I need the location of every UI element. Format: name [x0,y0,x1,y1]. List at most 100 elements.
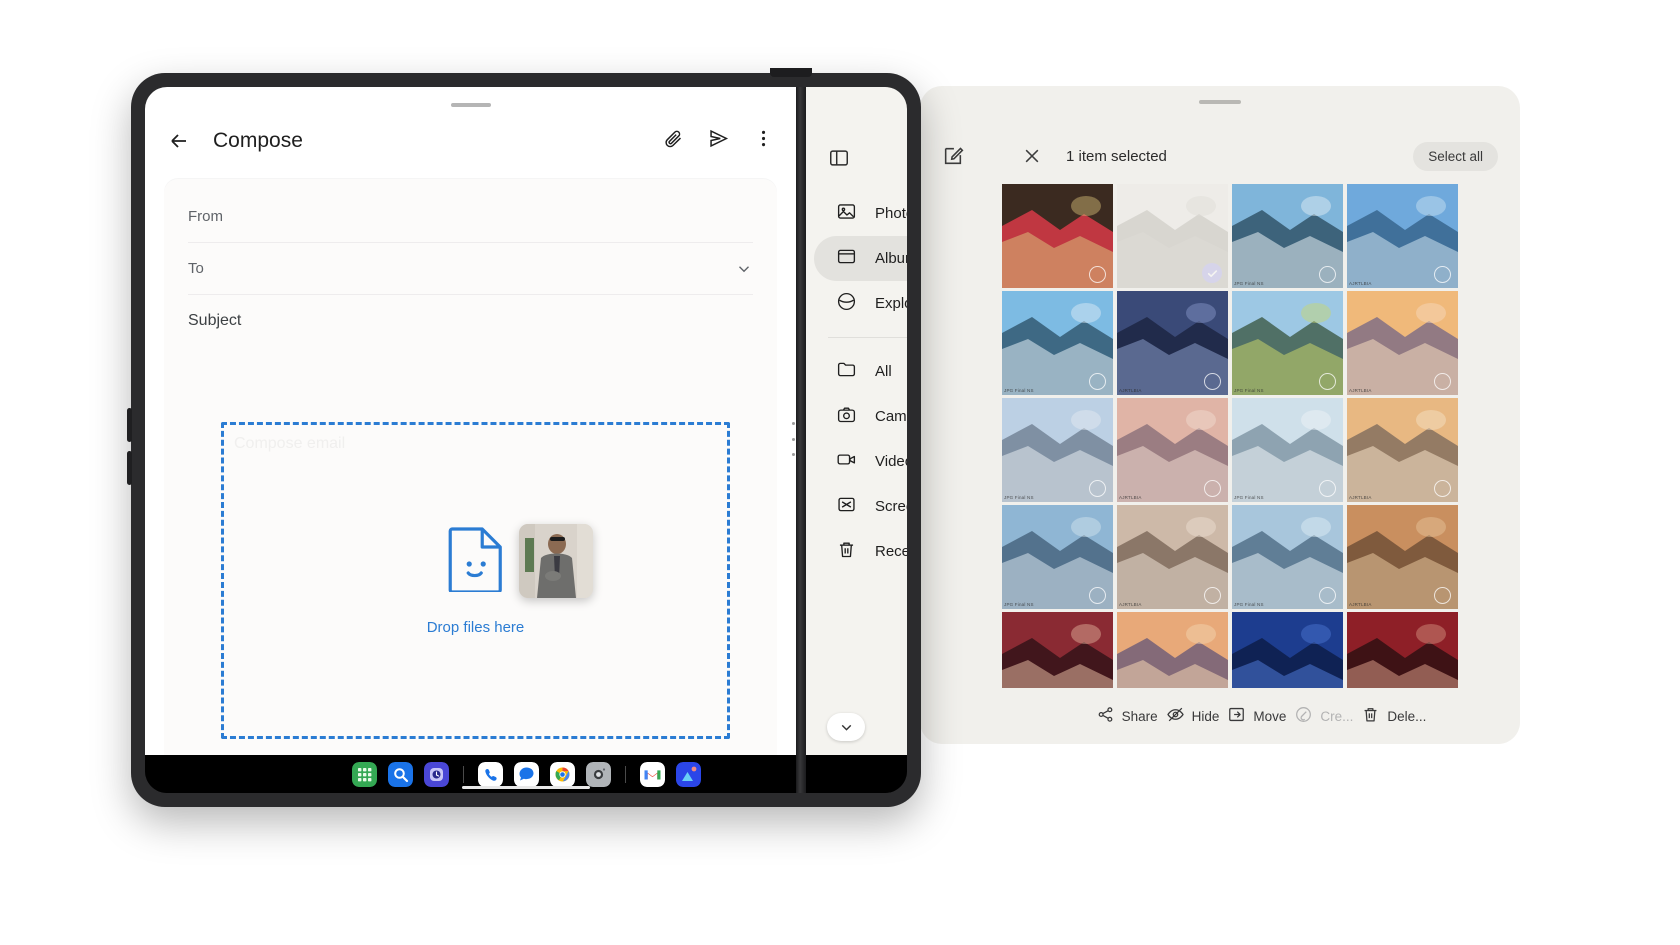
tile-caption: AJRTLBIA [1119,602,1142,607]
compose-pane: Compose [145,87,796,755]
tile-select-ring[interactable] [1089,587,1106,604]
taskbar-photos-icon[interactable] [676,762,701,787]
compose-sheet: From To Subject Compose email [164,179,777,755]
photo-tile[interactable]: JPG Final NS [1232,291,1343,395]
dragged-file-thumbnail[interactable] [519,524,593,598]
taskbar-camera-icon[interactable] [586,762,611,787]
cre-action-button: Cre... [1294,705,1353,727]
tile-select-ring[interactable] [1319,373,1336,390]
tile-selected-check-icon[interactable] [1202,263,1222,283]
tile-caption: JPG Final NS [1004,602,1034,607]
sidebar-item-all[interactable]: All [814,349,907,394]
video-icon [836,449,857,474]
photo-tile[interactable]: AJRTLBIA [1347,184,1458,288]
close-icon[interactable] [1022,146,1042,166]
device-side-button-top[interactable] [127,408,132,442]
tile-select-ring[interactable] [1434,266,1451,283]
select-all-button[interactable]: Select all [1413,142,1498,171]
tile-select-ring[interactable] [1434,587,1451,604]
photo-tile[interactable]: AJRTLBIA [1117,505,1228,609]
share-action-button[interactable]: Share [1096,705,1158,727]
edit-square-icon[interactable] [942,145,964,167]
sidebar-item-videos[interactable]: Videos [814,439,907,484]
expand-rail-button[interactable] [827,713,865,741]
tile-caption: JPG Final NS [1004,495,1034,500]
dropzone-label: Drop files here [427,619,525,636]
sidebar-item-recently-deleted[interactable]: Recently deleted [814,529,907,574]
photo-tile[interactable]: JPG Final NS [1002,398,1113,502]
tile-caption: AJRTLBIA [1119,388,1142,393]
from-field[interactable]: From [188,191,753,243]
dele-action-button[interactable]: Dele... [1361,705,1426,727]
tile-select-ring[interactable] [1089,480,1106,497]
photo-tile[interactable]: JPG Final NS [1232,505,1343,609]
taskbar-messages-icon[interactable] [514,762,539,787]
to-label: To [188,260,204,277]
chevron-down-icon[interactable] [735,260,753,278]
taskbar-clock-icon[interactable] [424,762,449,787]
nav-list: Photos Albums Explore AllCamera Videos Screen… [806,191,907,574]
taskbar-chrome-icon[interactable] [550,762,575,787]
file-dropzone[interactable]: Compose email [221,422,730,739]
selection-count-label: 1 item selected [1066,148,1167,165]
tile-caption: JPG Final NS [1234,602,1264,607]
tile-select-ring[interactable] [1204,587,1221,604]
taskbar-gmail-icon[interactable] [640,762,665,787]
sidebar-item-screenshots[interactable]: Screenshots [814,484,907,529]
more-vert-icon[interactable] [753,128,774,154]
taskbar-separator [463,766,464,783]
tile-select-ring[interactable] [1204,373,1221,390]
photo-tile[interactable]: AJRTLBIA [1347,291,1458,395]
tile-select-ring[interactable] [1089,266,1106,283]
photo-grid: JPG Final NSAJRTLBIAJPG Final NSAJRTLBIA… [1002,184,1520,716]
tile-select-ring[interactable] [1319,480,1336,497]
tile-caption: AJRTLBIA [1349,602,1372,607]
photo-tile[interactable]: JPG Final NS [1002,505,1113,609]
hide-action-button[interactable]: Hide [1166,705,1220,727]
taskbar-app-drawer-icon[interactable] [352,762,377,787]
move-action-button[interactable]: Move [1227,705,1286,727]
window-grabber[interactable] [1199,100,1241,104]
home-indicator[interactable] [462,786,590,789]
sidebar-item-label: Albums [875,250,907,267]
tile-select-ring[interactable] [1204,480,1221,497]
taskbar-phone-icon[interactable] [478,762,503,787]
photo-tile[interactable]: JPG Final NS [1232,398,1343,502]
action-label: Cre... [1320,709,1353,724]
tile-select-ring[interactable] [1434,373,1451,390]
to-field[interactable]: To [188,243,753,295]
device-side-button-bottom[interactable] [127,451,132,485]
tile-caption: JPG Final NS [1234,495,1264,500]
sidebar-item-explore[interactable]: Explore [814,281,907,326]
sidebar-item-photos[interactable]: Photos [814,191,907,236]
send-icon[interactable] [708,128,729,154]
action-label: Hide [1192,709,1220,724]
image-icon [836,201,857,226]
tile-caption: AJRTLBIA [1349,281,1372,286]
folder-icon [836,359,857,384]
photo-tile[interactable]: JPG Final NS [1232,184,1343,288]
sidebar-item-albums[interactable]: Albums [814,236,907,281]
arrow-back-icon[interactable] [167,129,191,153]
photo-tile[interactable]: AJRTLBIA [1347,505,1458,609]
explore-icon [836,291,857,316]
photo-tile[interactable]: AJRTLBIA [1117,398,1228,502]
side-panel-icon[interactable] [828,147,850,169]
photo-tile[interactable] [1117,184,1228,288]
sidebar-item-label: Videos [875,453,907,470]
tile-select-ring[interactable] [1319,266,1336,283]
photo-tile[interactable]: JPG Final NS [1002,291,1113,395]
tile-select-ring[interactable] [1089,373,1106,390]
body-placeholder: Compose email [234,435,345,453]
photo-tile[interactable]: AJRTLBIA [1347,398,1458,502]
taskbar-search-icon[interactable] [388,762,413,787]
pane-grabber[interactable] [451,103,491,107]
sidebar-item-camera[interactable]: Camera [814,394,907,439]
photo-tile[interactable]: AJRTLBIA [1117,291,1228,395]
move-icon [1227,705,1246,727]
tile-select-ring[interactable] [1434,480,1451,497]
subject-field[interactable]: Subject [188,295,753,347]
tile-select-ring[interactable] [1319,587,1336,604]
attachment-icon[interactable] [663,128,684,154]
photo-tile[interactable] [1002,184,1113,288]
